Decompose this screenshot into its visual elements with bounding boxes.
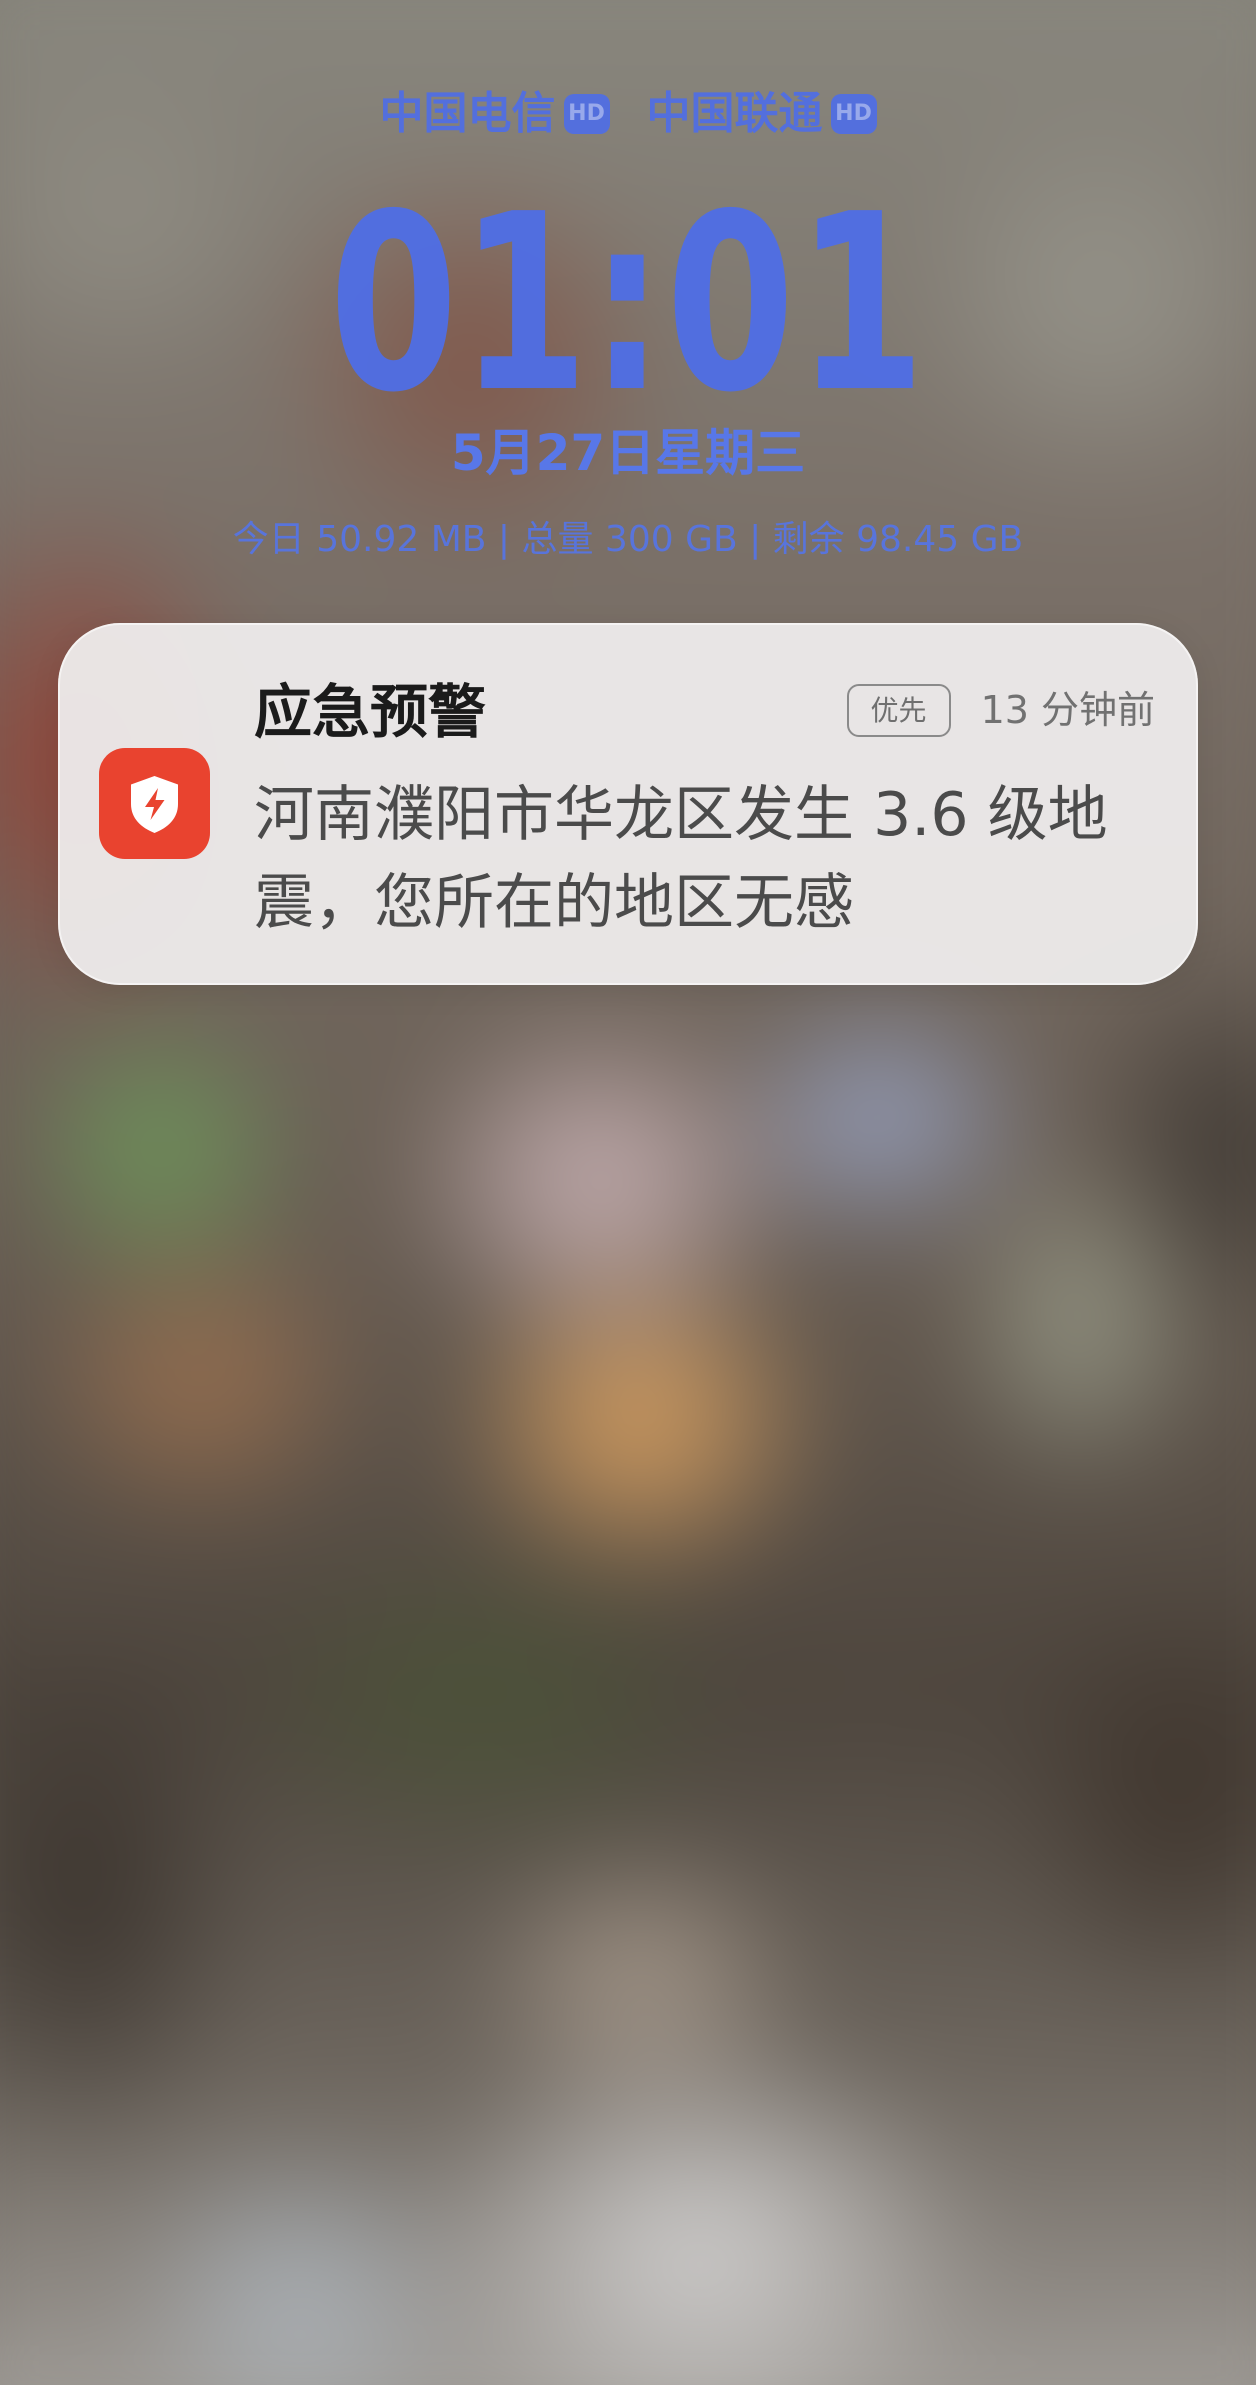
hd-badge: HD bbox=[830, 94, 877, 134]
notification-timestamp: 13 分钟前 bbox=[980, 688, 1155, 732]
emergency-alert-notification[interactable]: 应急预警 优先 13 分钟前 河南濮阳市华龙区发生 3.6 级地震，您所在的地区… bbox=[58, 623, 1198, 985]
hd-badge: HD bbox=[563, 94, 610, 134]
data-usage-summary: 今日 50.92 MB | 总量 300 GB | 剩余 98.45 GB bbox=[232, 519, 1024, 560]
notification-meta: 优先 13 分钟前 bbox=[846, 684, 1155, 737]
lockscreen-clock: 01:01 bbox=[329, 162, 927, 446]
notification-body: 河南濮阳市华龙区发生 3.6 级地震，您所在的地区无感 bbox=[254, 780, 1108, 938]
carrier-name: 中国联通 bbox=[646, 88, 823, 139]
notification-title: 应急预警 bbox=[254, 678, 487, 746]
lockscreen-date: 5月27日星期三 bbox=[450, 424, 806, 482]
lock-screen: 中国电信 HD 中国联通 HD 01:01 5月27日星期三 今日 50.92 … bbox=[0, 0, 1256, 2385]
carrier-row: 中国电信 HD 中国联通 HD bbox=[0, 89, 1256, 139]
carrier-name: 中国电信 bbox=[379, 88, 556, 139]
carrier-unicom: 中国联通 HD bbox=[647, 89, 877, 139]
carrier-telecom: 中国电信 HD bbox=[380, 89, 610, 139]
priority-badge: 优先 bbox=[846, 684, 951, 737]
emergency-shield-icon bbox=[99, 748, 210, 859]
